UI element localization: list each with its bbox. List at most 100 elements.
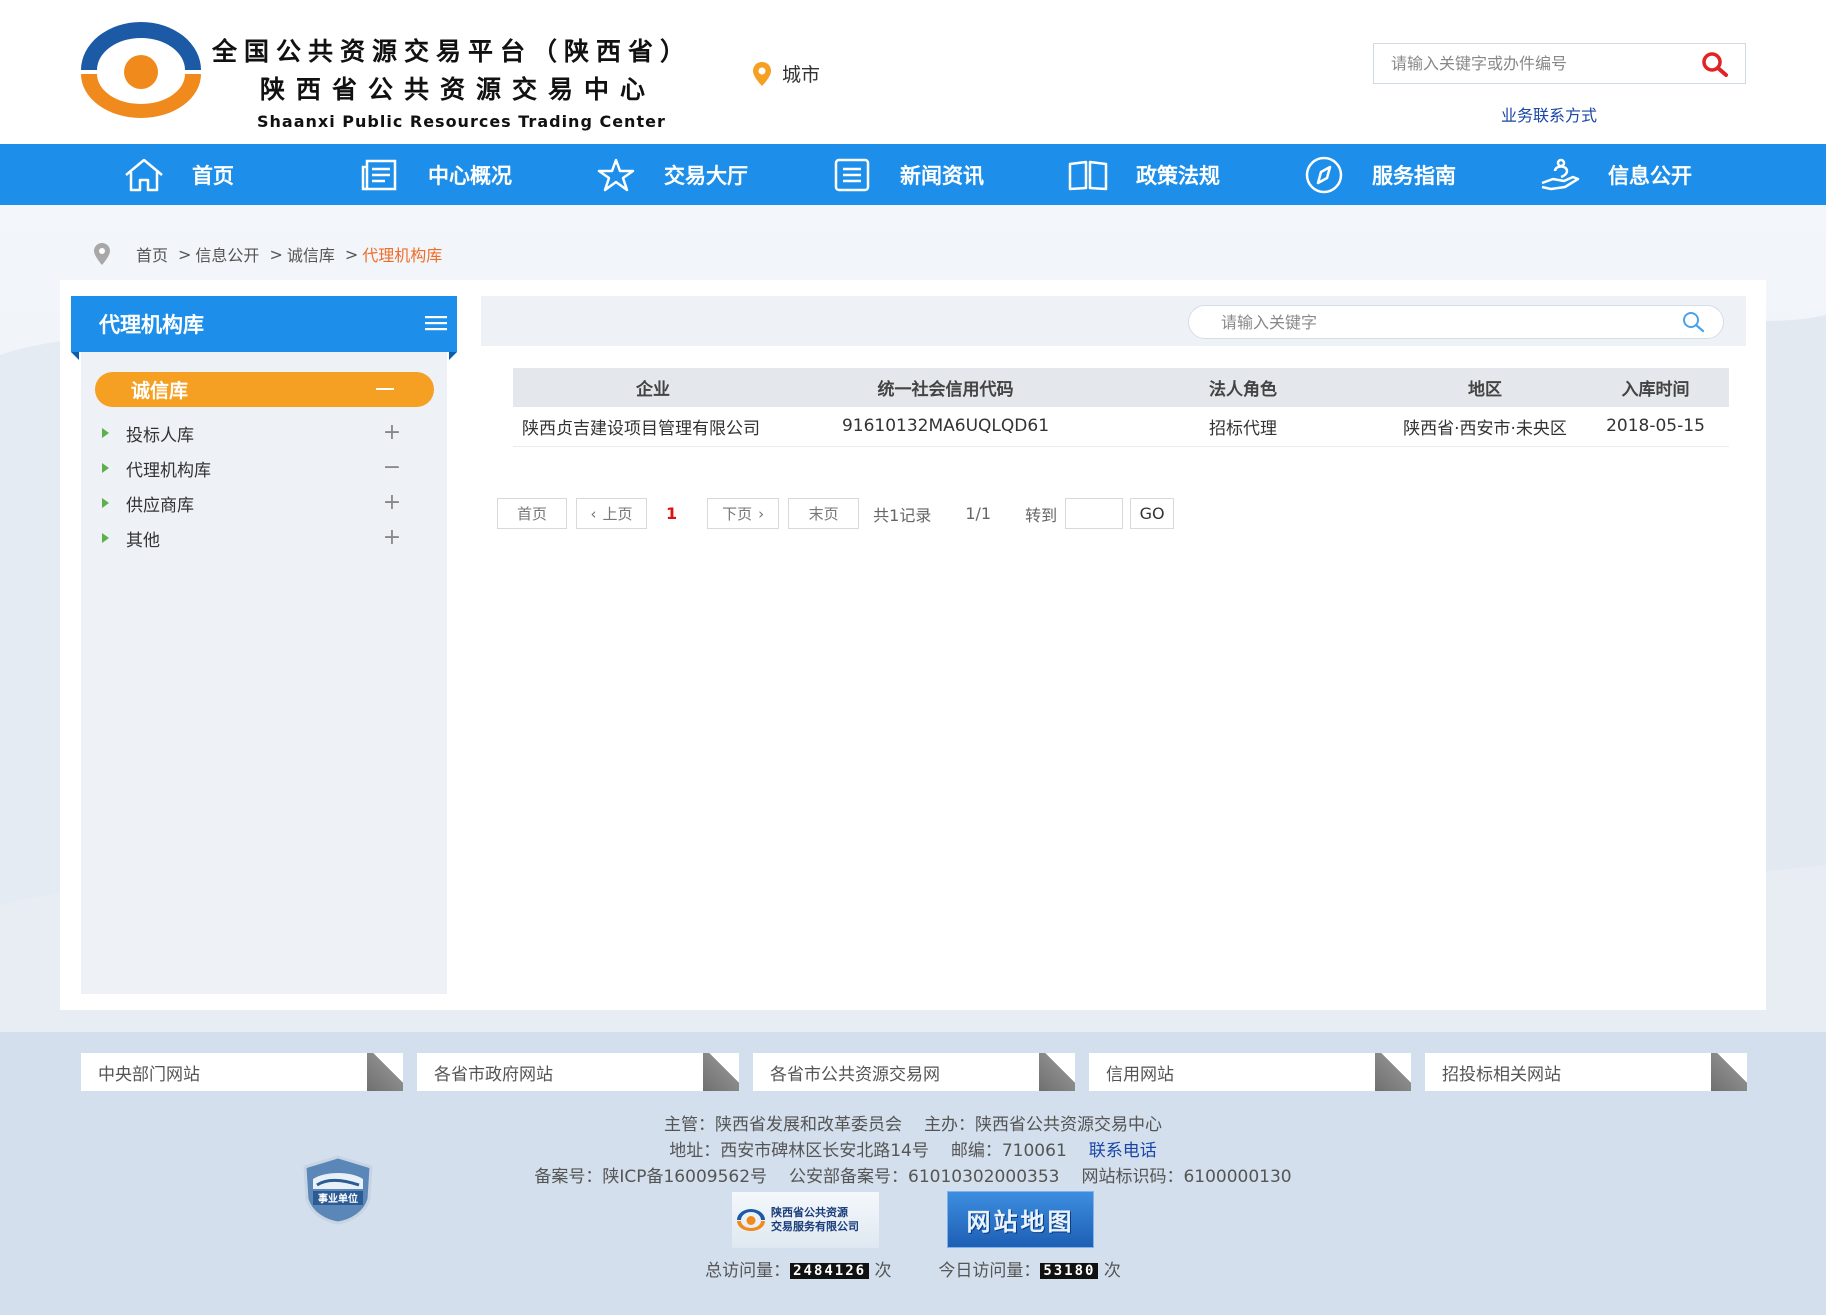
expand-icon[interactable]: +	[382, 488, 402, 518]
nav-label-trading-hall: 交易大厅	[664, 163, 748, 188]
nav-item-news[interactable]: 新闻资讯	[830, 144, 1066, 205]
nav-item-about[interactable]: 中心概况	[358, 144, 594, 205]
current-page[interactable]: 1	[666, 504, 677, 523]
logo-icon	[737, 1209, 765, 1231]
table-row[interactable]: 陕西贞吉建设项目管理有限公司 91610132MA6UQLQD61 招标代理 陕…	[513, 407, 1729, 447]
chevron-right-icon: ›	[758, 504, 765, 523]
footer-address: 地址：西安市碑林区长安北路14号	[669, 1141, 929, 1161]
city-selector[interactable]: 城市	[752, 60, 820, 87]
location-pin-icon	[753, 61, 771, 86]
breadcrumb-home[interactable]: 首页	[136, 242, 168, 266]
total-visits-count: 2484126	[790, 1263, 870, 1279]
breadcrumb-current[interactable]: 代理机构库	[362, 242, 442, 266]
main-nav: 首页 中心概况 交易大厅 新闻资讯 政策法规 服务指南 信息公开	[0, 144, 1826, 205]
nav-label-home: 首页	[192, 163, 234, 188]
today-visits-label: 今日访问量：	[938, 1261, 1041, 1281]
logo1-line2: 交易服务有限公司	[771, 1220, 859, 1233]
nav-item-disclosure[interactable]: 信息公开	[1538, 144, 1774, 205]
footer-icp: 备案号：陕ICP备16009562号	[534, 1167, 768, 1187]
footer-organizer: 主办：陕西省公共资源交易中心	[924, 1115, 1162, 1135]
agency-table: 企业 统一社会信用代码 法人角色 地区 入库时间 陕西贞吉建设项目管理有限公司 …	[513, 368, 1729, 447]
triangle-right-icon	[102, 428, 109, 438]
logo-title-en: Shaanxi Public Resources Trading Center	[257, 112, 666, 131]
sitemap-button[interactable]: 网站地图	[947, 1191, 1094, 1248]
go-button[interactable]: GO	[1130, 498, 1175, 529]
chevron-left-icon: ‹	[590, 504, 597, 523]
corner-icon	[1711, 1053, 1747, 1091]
prev-page-label: 上页	[602, 505, 633, 523]
cell-role: 招标代理	[1098, 407, 1388, 447]
next-page-button[interactable]: 下页 ›	[707, 498, 780, 529]
expand-icon[interactable]: +	[382, 418, 402, 448]
collapse-icon[interactable]: −	[382, 453, 402, 483]
sidebar-item-label: 投标人库	[126, 425, 194, 446]
nav-item-service-guide[interactable]: 服务指南	[1302, 144, 1538, 205]
nav-item-trading-hall[interactable]: 交易大厅	[594, 144, 830, 205]
sidebar-item-label: 代理机构库	[126, 460, 211, 481]
footer-link-provincial-gov[interactable]: 各省市政府网站	[417, 1053, 739, 1091]
sidebar-category-label: 诚信库	[131, 380, 189, 402]
total-records: 共1记录	[873, 505, 932, 525]
nav-item-home[interactable]: 首页	[122, 144, 358, 205]
goto-label: 转到	[1025, 505, 1058, 525]
footer-postcode: 邮编：710061	[950, 1141, 1067, 1161]
sidebar-category-credit-db[interactable]: 诚信库	[95, 372, 434, 407]
logo-icon[interactable]	[77, 22, 205, 118]
search-icon[interactable]	[1701, 51, 1729, 77]
last-page-button[interactable]: 末页	[788, 498, 860, 529]
sidebar-item-other[interactable]: 其他 +	[102, 523, 402, 553]
first-page-button[interactable]: 首页	[497, 498, 567, 529]
today-visits-count: 53180	[1040, 1263, 1099, 1279]
expand-icon[interactable]: +	[382, 523, 402, 553]
home-icon	[122, 155, 166, 195]
footer-police-record: 公安部备案号：61010302000353	[789, 1167, 1060, 1187]
breadcrumb-credit-db[interactable]: 诚信库	[287, 242, 335, 266]
prev-page-button[interactable]: ‹ 上页	[576, 498, 647, 529]
sidebar-item-agencies[interactable]: 代理机构库 −	[102, 453, 402, 483]
content-search-box	[1188, 305, 1724, 339]
nav-label-about: 中心概况	[428, 163, 512, 188]
logo-subtitle-cn: 陕西省公共资源交易中心	[260, 75, 657, 104]
cell-company[interactable]: 陕西贞吉建设项目管理有限公司	[513, 407, 793, 447]
next-page-label: 下页	[722, 505, 753, 523]
list-icon	[830, 155, 874, 195]
nav-item-policy[interactable]: 政策法规	[1066, 144, 1302, 205]
trading-service-company-logo[interactable]: 陕西省公共资源 交易服务有限公司	[732, 1192, 879, 1248]
col-header-region: 地区	[1388, 368, 1582, 407]
triangle-right-icon	[102, 533, 109, 543]
footer-link-bidding-sites[interactable]: 招投标相关网站	[1425, 1053, 1747, 1091]
table-header-row: 企业 统一社会信用代码 法人角色 地区 入库时间	[513, 368, 1729, 407]
contact-link[interactable]: 业务联系方式	[1501, 102, 1597, 126]
visit-counter: 总访问量： 2484126 次 今日访问量： 53180 次	[0, 1256, 1826, 1281]
today-visits-unit: 次	[1103, 1261, 1121, 1281]
footer-line-3: 备案号：陕ICP备16009562号 公安部备案号：61010302000353 网…	[0, 1164, 1826, 1190]
footer-link-credit-sites[interactable]: 信用网站	[1089, 1053, 1411, 1091]
sidebar-title: 代理机构库	[71, 296, 457, 352]
footer-contact-phone-link[interactable]: 联系电话	[1089, 1141, 1157, 1161]
col-header-role: 法人角色	[1098, 368, 1388, 407]
footer-link-label: 中央部门网站	[98, 1064, 200, 1085]
footer-link-trading-networks[interactable]: 各省市公共资源交易网	[753, 1053, 1075, 1091]
sidebar-fold-left	[71, 352, 79, 360]
document-icon	[358, 155, 402, 195]
breadcrumb-separator: >	[269, 244, 283, 264]
footer-link-central-depts[interactable]: 中央部门网站	[81, 1053, 403, 1091]
goto-page-input[interactable]	[1065, 498, 1124, 529]
nav-label-disclosure: 信息公开	[1608, 163, 1692, 188]
content-search-input[interactable]	[1189, 306, 1649, 338]
sidebar-item-suppliers[interactable]: 供应商库 +	[102, 488, 402, 518]
logo-text: 全国公共资源交易平台（陕西省） 陕西省公共资源交易中心 Shaanxi Publ…	[212, 32, 692, 131]
cell-region: 陕西省·西安市·未央区	[1388, 407, 1582, 447]
nav-label-service-guide: 服务指南	[1372, 163, 1456, 188]
cell-credit-code: 91610132MA6UQLQD61	[793, 407, 1098, 447]
sitemap-label: 网站地图	[966, 1208, 1075, 1236]
search-icon[interactable]	[1681, 311, 1705, 333]
menu-icon[interactable]	[425, 314, 447, 332]
breadcrumb-disclosure[interactable]: 信息公开	[195, 242, 259, 266]
logo-title-cn: 全国公共资源交易平台（陕西省）	[212, 37, 693, 66]
top-search-input[interactable]	[1374, 44, 1674, 83]
pagination: 首页 ‹ 上页 1 下页 › 末页 共1记录 1/1 转到 GO	[497, 498, 1175, 529]
footer-links: 中央部门网站 各省市政府网站 各省市公共资源交易网 信用网站 招投标相关网站	[81, 1053, 1747, 1091]
sidebar-fold-right	[449, 352, 457, 360]
sidebar-item-bidders[interactable]: 投标人库 +	[102, 418, 402, 448]
